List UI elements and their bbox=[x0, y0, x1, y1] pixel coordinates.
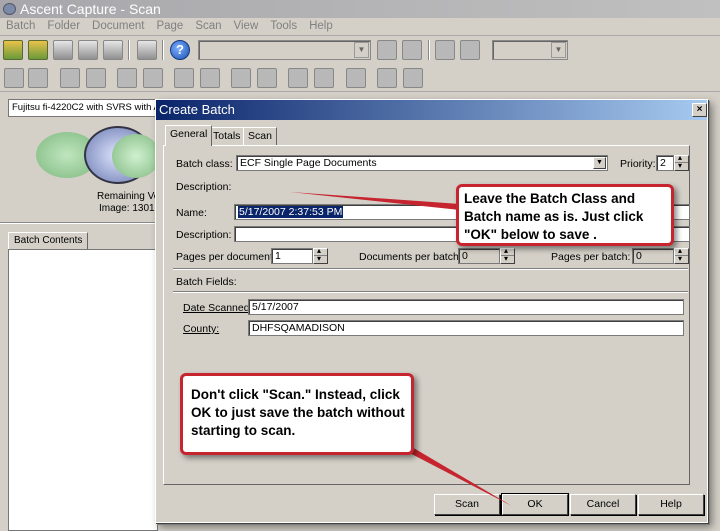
app-title: Ascent Capture - Scan bbox=[20, 1, 161, 17]
zoom-icon[interactable] bbox=[402, 40, 422, 60]
date-scanned-input[interactable]: 5/17/2007 bbox=[248, 299, 684, 315]
cut-icon[interactable] bbox=[346, 68, 366, 88]
pages-per-batch-spinner[interactable] bbox=[674, 246, 689, 264]
pages-per-document-input[interactable]: 1 bbox=[271, 248, 313, 264]
chevron-down-icon: ▼ bbox=[593, 157, 606, 169]
menu-document[interactable]: Document bbox=[86, 18, 150, 35]
previous-page-icon[interactable] bbox=[231, 68, 251, 88]
menu-help[interactable]: Help bbox=[303, 18, 339, 35]
zoom-combo[interactable]: ▼ bbox=[492, 40, 568, 60]
scan-settings-icon[interactable] bbox=[53, 40, 73, 60]
menu-batch[interactable]: Batch bbox=[0, 18, 41, 35]
batch-tools-icon[interactable] bbox=[103, 40, 123, 60]
menu-page[interactable]: Page bbox=[150, 18, 189, 35]
batch-class-value: ECF Single Page Documents bbox=[240, 157, 377, 169]
documents-per-batch-label: Documents per batch: bbox=[359, 251, 462, 263]
ok-button[interactable]: OK bbox=[501, 493, 569, 516]
callout-scan-note: Don't click "Scan." Instead, click OK to… bbox=[180, 373, 414, 455]
close-icon[interactable]: × bbox=[692, 103, 707, 117]
chevron-down-icon: ▼ bbox=[551, 42, 566, 58]
documents-per-batch-input[interactable]: 0 bbox=[458, 248, 500, 264]
toolbar-main: ? ▼ ▼ bbox=[0, 36, 720, 64]
help-icon[interactable]: ? bbox=[170, 40, 190, 60]
tab-totals[interactable]: Totals bbox=[208, 127, 246, 145]
rotate-page-icon[interactable] bbox=[174, 68, 194, 88]
class-description-label: Description: bbox=[176, 181, 232, 193]
batch-class-label: Batch class: bbox=[176, 158, 233, 170]
callout-batch-class-note: Leave the Batch Class and Batch name as … bbox=[456, 184, 674, 246]
next-page-icon[interactable] bbox=[257, 68, 277, 88]
undo-icon[interactable] bbox=[377, 68, 397, 88]
dialog-title-bar: Create Batch bbox=[156, 100, 707, 120]
pages-per-batch-label: Pages per batch: bbox=[551, 251, 631, 263]
scanner-image bbox=[36, 126, 160, 188]
first-page-icon[interactable] bbox=[288, 68, 308, 88]
redo-icon[interactable] bbox=[403, 68, 423, 88]
menu-view[interactable]: View bbox=[228, 18, 265, 35]
menu-bar: Batch Folder Document Page Scan View Too… bbox=[0, 18, 720, 36]
create-batch-dialog: Create Batch × General Totals Scan Batch… bbox=[155, 99, 708, 523]
last-page-icon[interactable] bbox=[314, 68, 334, 88]
toolbar-pages bbox=[0, 64, 720, 92]
app-title-bar: Ascent Capture - Scan bbox=[0, 0, 720, 18]
zoom-in-icon[interactable] bbox=[435, 40, 455, 60]
pages-per-document-label: Pages per document: bbox=[176, 251, 276, 263]
create-batch-icon[interactable] bbox=[3, 40, 23, 60]
scanner-icon[interactable] bbox=[78, 40, 98, 60]
page-tool-icon[interactable] bbox=[4, 68, 24, 88]
page-tool-icon[interactable] bbox=[60, 68, 80, 88]
zoom-out-icon[interactable] bbox=[460, 40, 480, 60]
chevron-down-icon: ▼ bbox=[354, 42, 369, 58]
scanner-select[interactable]: Fujitsu fi-4220C2 with SVRS with Alf bbox=[8, 99, 163, 117]
batch-contents-panel[interactable] bbox=[8, 249, 158, 531]
description-label: Description: bbox=[176, 229, 232, 241]
remaining-volume-text: Remaining Vol bbox=[97, 191, 162, 202]
section-divider bbox=[173, 268, 688, 270]
batch-fields-label: Batch Fields: bbox=[176, 276, 237, 288]
date-scanned-label: Date Scanned: bbox=[183, 302, 253, 314]
name-value: 5/17/2007 2:37:53 PM bbox=[238, 206, 344, 218]
toolbar-combo[interactable]: ▼ bbox=[198, 40, 371, 60]
scan-button[interactable]: Scan bbox=[434, 494, 500, 515]
pages-per-batch-input[interactable]: 0 bbox=[632, 248, 674, 264]
delete-icon[interactable] bbox=[137, 40, 157, 60]
rotate-page-icon[interactable] bbox=[143, 68, 163, 88]
app-icon bbox=[3, 3, 16, 15]
pane-divider bbox=[0, 222, 158, 224]
name-label: Name: bbox=[176, 207, 207, 219]
tab-batch-contents[interactable]: Batch Contents bbox=[8, 232, 89, 249]
priority-label: Priority: bbox=[620, 158, 656, 170]
image-count-text: Image: 13012 bbox=[99, 203, 161, 214]
toolbar-separator bbox=[162, 40, 164, 60]
page-tool-icon[interactable] bbox=[28, 68, 48, 88]
toolbar-separator bbox=[428, 40, 430, 60]
hand-tool-icon[interactable] bbox=[377, 40, 397, 60]
pages-per-document-spinner[interactable] bbox=[313, 246, 328, 264]
tab-general[interactable]: General bbox=[165, 125, 213, 146]
menu-folder[interactable]: Folder bbox=[41, 18, 86, 35]
cancel-button[interactable]: Cancel bbox=[570, 494, 636, 515]
batch-class-select[interactable]: ECF Single Page Documents ▼ bbox=[236, 155, 608, 171]
dialog-title: Create Batch bbox=[159, 102, 235, 117]
tab-scan[interactable]: Scan bbox=[243, 127, 277, 145]
toolbar-separator bbox=[128, 40, 130, 60]
page-tool-icon[interactable] bbox=[86, 68, 106, 88]
county-label: County: bbox=[183, 323, 220, 335]
help-button[interactable]: Help bbox=[638, 494, 704, 515]
open-batch-icon[interactable] bbox=[28, 40, 48, 60]
menu-tools[interactable]: Tools bbox=[264, 18, 303, 35]
rotate-page-icon[interactable] bbox=[117, 68, 137, 88]
county-input[interactable]: DHFSQAMADISON bbox=[248, 320, 684, 336]
documents-per-batch-spinner[interactable] bbox=[500, 246, 515, 264]
priority-input[interactable]: 2 bbox=[656, 155, 674, 171]
section-divider bbox=[173, 291, 688, 293]
rotate-page-icon[interactable] bbox=[200, 68, 220, 88]
priority-spinner[interactable] bbox=[674, 153, 689, 171]
menu-scan[interactable]: Scan bbox=[189, 18, 227, 35]
